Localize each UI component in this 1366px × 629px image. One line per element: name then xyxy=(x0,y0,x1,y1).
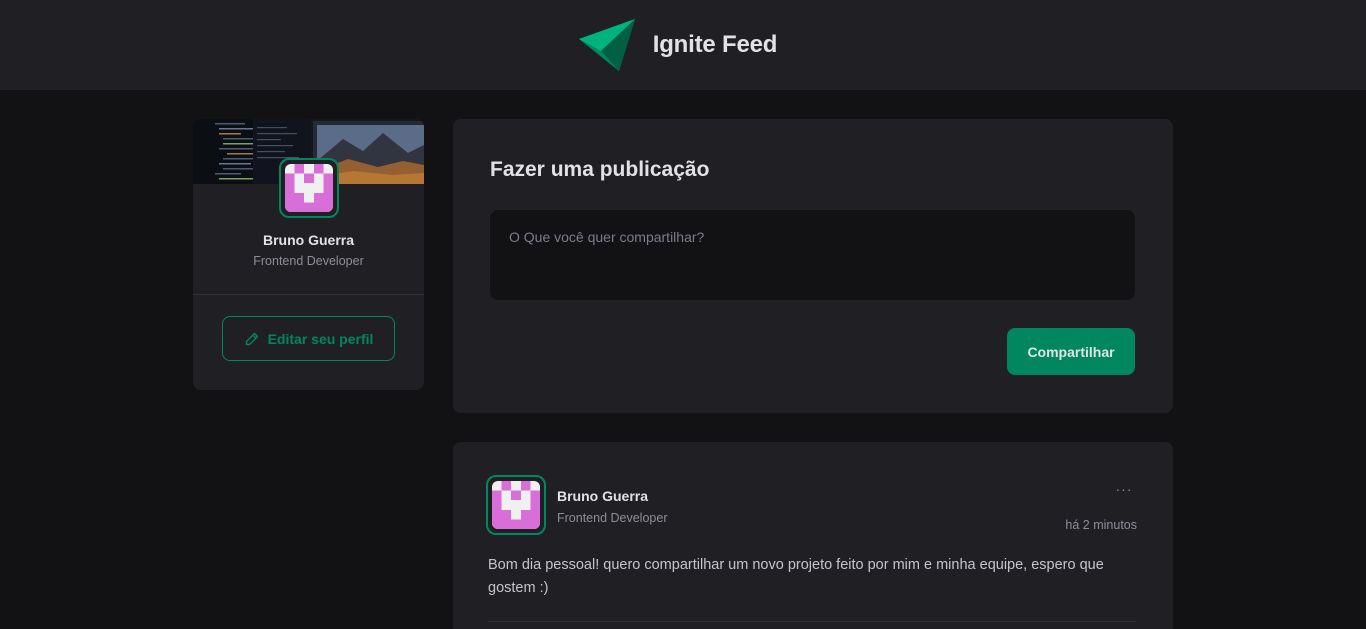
profile-avatar[interactable] xyxy=(279,158,339,218)
share-button[interactable]: Compartilhar xyxy=(1007,328,1135,375)
pencil-icon xyxy=(245,332,258,345)
post-divider xyxy=(488,621,1136,622)
brand-title: Ignite Feed xyxy=(652,31,778,58)
app-header: Ignite Feed xyxy=(0,0,1366,90)
post-composer: Fazer uma publicação Compartilhar xyxy=(453,119,1173,413)
edit-profile-button[interactable]: Editar seu perfil xyxy=(222,316,395,361)
ignite-logo-icon xyxy=(578,19,635,71)
post-content: Bom dia pessoal! quero compartilhar um n… xyxy=(488,557,1104,596)
post-card: Bruno Guerra Frontend Developer ··· há 2… xyxy=(453,442,1173,629)
brand[interactable]: Ignite Feed xyxy=(578,19,778,71)
profile-name: Bruno Guerra xyxy=(262,232,354,248)
pixel-avatar-icon xyxy=(285,164,333,212)
avatar-frame xyxy=(279,158,339,218)
edit-profile-label: Editar seu perfil xyxy=(267,330,374,347)
post-timestamp: há 2 minutos xyxy=(1065,518,1137,532)
post-author-name[interactable]: Bruno Guerra xyxy=(557,488,667,504)
profile-info: Bruno Guerra Frontend Developer xyxy=(193,232,424,268)
post-author-avatar[interactable] xyxy=(486,475,546,535)
sidebar-divider xyxy=(193,294,424,295)
avatar-frame xyxy=(486,475,546,535)
composer-title: Fazer uma publicação xyxy=(490,158,710,181)
pixel-avatar-icon xyxy=(492,481,540,529)
post-input[interactable] xyxy=(490,210,1135,300)
profile-role: Frontend Developer xyxy=(253,254,364,268)
post-author-role: Frontend Developer xyxy=(557,511,668,525)
more-options-icon[interactable]: ··· xyxy=(1113,481,1135,497)
post-author-info: Bruno Guerra Frontend Developer xyxy=(557,488,667,525)
